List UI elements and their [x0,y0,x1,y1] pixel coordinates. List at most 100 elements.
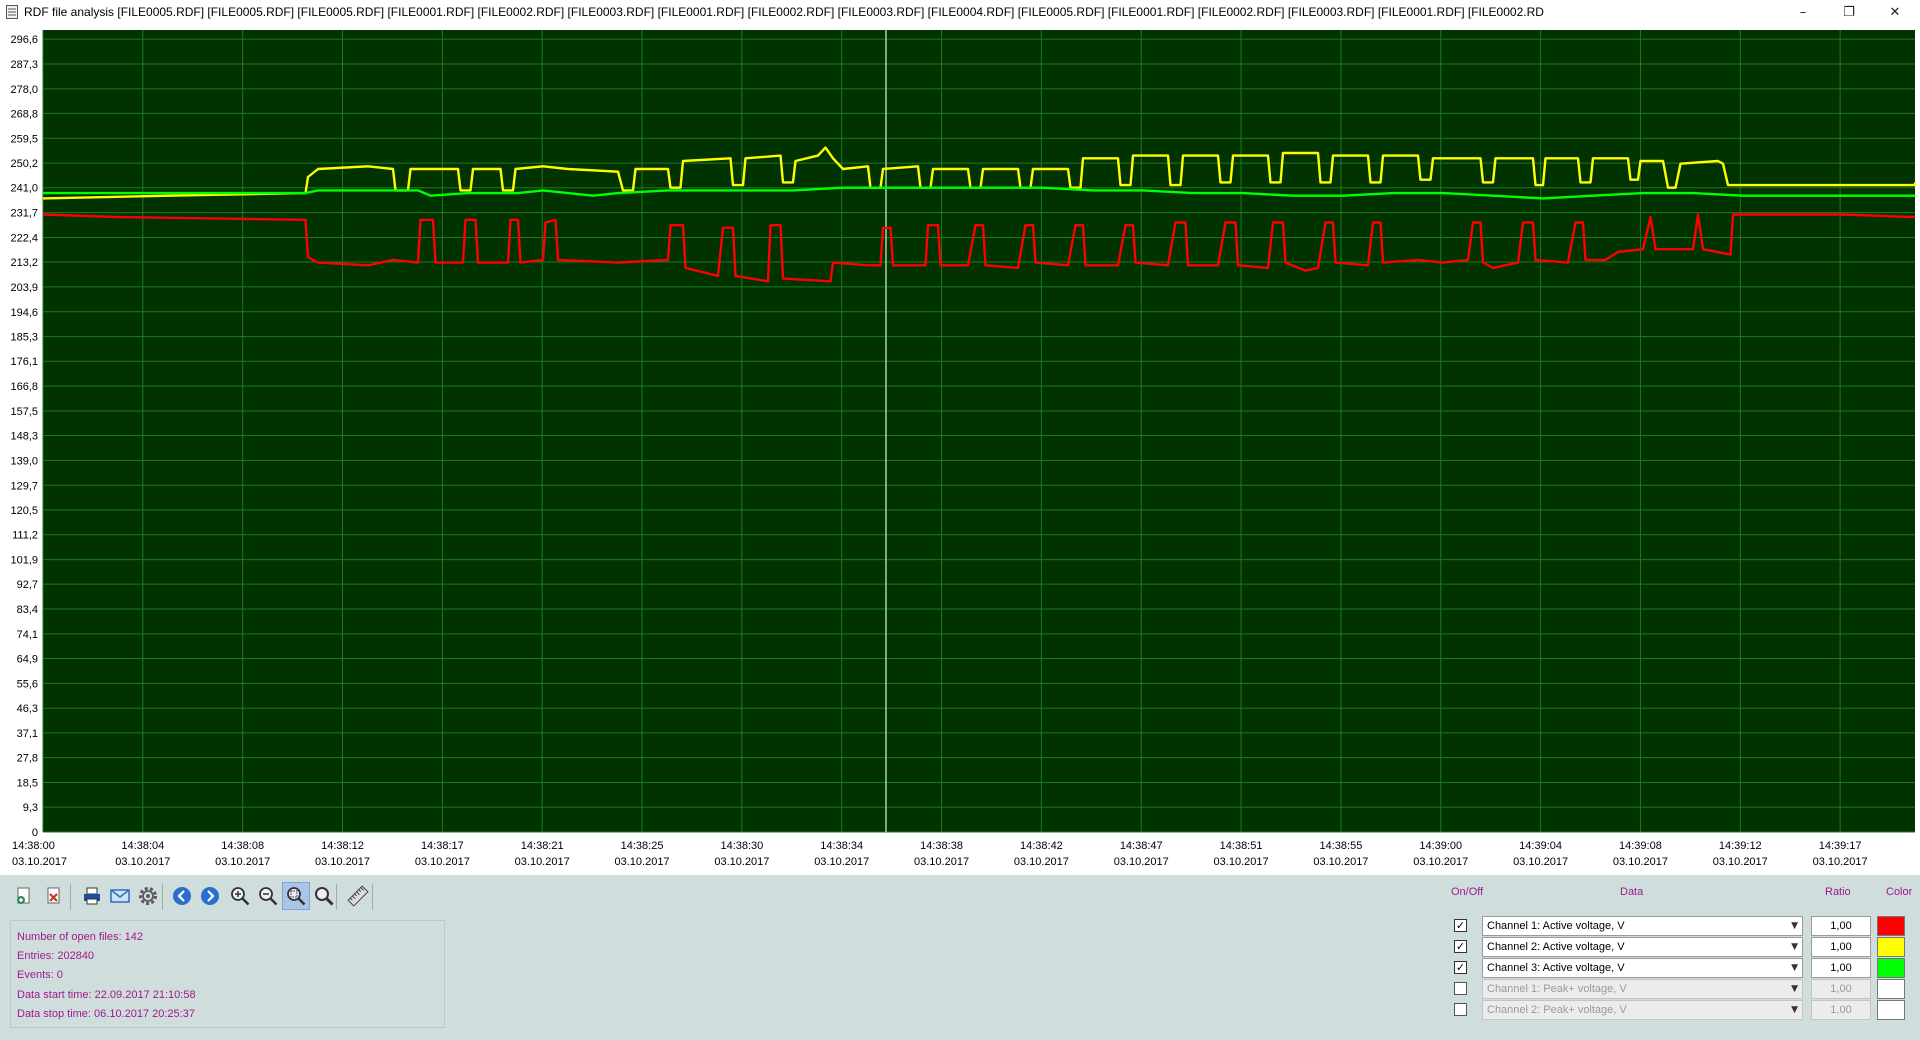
x-tick-date: 03.10.2017 [814,856,869,868]
x-tick-date: 03.10.2017 [1014,856,1069,868]
zoom-in-button[interactable] [226,882,254,910]
close-button[interactable]: ✕ [1872,0,1918,24]
x-tick-time: 14:38:21 [521,840,564,852]
settings-button[interactable] [134,882,162,910]
channel-ratio-input[interactable]: 1,00 [1811,937,1871,957]
open-files-count: Number of open files: 142 [17,931,143,943]
x-tick-date: 03.10.2017 [415,856,470,868]
print-button[interactable] [78,882,106,910]
x-tick-time: 14:38:30 [720,840,763,852]
x-tick-time: 14:39:12 [1719,840,1762,852]
zoom-reset-button[interactable] [310,882,338,910]
y-tick-label: 194,6 [10,307,38,319]
channel-color-swatch[interactable] [1877,979,1905,999]
y-tick-label: 157,5 [10,406,38,418]
app-icon [6,5,18,19]
x-tick-time: 14:38:51 [1220,840,1263,852]
channel-ratio-input[interactable]: 1,00 [1811,916,1871,936]
channel-ratio-input[interactable]: 1,00 [1811,979,1871,999]
x-tick-time: 14:38:00 [12,840,55,852]
channel-checkbox[interactable]: ✓ [1454,940,1467,953]
channel-data-select[interactable]: Channel 1: Peak+ voltage, V ▼ [1482,979,1803,999]
x-tick-date: 03.10.2017 [515,856,570,868]
x-tick-date: 03.10.2017 [1214,856,1269,868]
y-tick-label: 268,8 [10,108,38,120]
channel-panel: On/Off Data Ratio Color ✓ Channel 1: Acti… [1440,882,1920,1040]
channel-data-select[interactable]: Channel 2: Active voltage, V ▼ [1482,937,1803,957]
x-tick-time: 14:39:04 [1519,840,1562,852]
channel-ratio-input[interactable]: 1,00 [1811,958,1871,978]
zoom-area-button[interactable] [282,882,310,910]
add-file-icon [14,886,34,906]
arrow-right-icon [199,885,221,907]
channel-data-select[interactable]: Channel 2: Peak+ voltage, V ▼ [1482,1000,1803,1020]
y-tick-label: 27,8 [17,753,38,765]
x-tick-time: 14:39:08 [1619,840,1662,852]
x-tick-date: 03.10.2017 [615,856,670,868]
chevron-down-icon: ▼ [1791,942,1798,952]
channel-data-select[interactable]: Channel 3: Active voltage, V ▼ [1482,958,1803,978]
channel-data-select[interactable]: Channel 1: Active voltage, V ▼ [1482,916,1803,936]
zoom-in-icon [229,885,251,907]
maximize-button[interactable]: ❐ [1826,0,1872,24]
x-tick-date: 03.10.2017 [1114,856,1169,868]
y-tick-label: 250,2 [10,158,38,170]
y-tick-label: 111,2 [12,530,38,542]
remove-file-button[interactable] [40,882,68,910]
channel-color-swatch[interactable] [1877,1000,1905,1020]
y-tick-label: 185,3 [10,332,38,344]
x-tick-date: 03.10.2017 [315,856,370,868]
chart-canvas[interactable]: 296,6 287,3 278,0 268,8 259,5 250,2 241,0 231,7… [0,24,1920,875]
y-tick-label: 101,9 [10,555,38,567]
channel-ratio-input[interactable]: 1,00 [1811,1000,1871,1020]
x-tick-time: 14:38:42 [1020,840,1063,852]
chevron-down-icon: ▼ [1791,984,1798,994]
ruler-icon [347,885,369,907]
channel-data-label: Channel 1: Active voltage, V [1487,920,1625,932]
y-tick-label: 166,8 [10,381,38,393]
y-tick-label: 9,3 [23,802,38,814]
channel-checkbox[interactable] [1454,982,1467,995]
minimize-button[interactable]: – [1780,0,1826,24]
x-tick-time: 14:38:55 [1320,840,1363,852]
channel-data-label: Channel 3: Active voltage, V [1487,962,1625,974]
channel-color-swatch[interactable] [1877,937,1905,957]
forward-button[interactable] [196,882,224,910]
zoom-out-button[interactable] [254,882,282,910]
chevron-down-icon: ▼ [1791,963,1798,973]
title-bar: RDF file analysis [FILE0005.RDF] [FILE00… [0,0,1920,25]
y-tick-label: 241,0 [10,183,38,195]
x-tick-date: 03.10.2017 [1313,856,1368,868]
x-tick-date: 03.10.2017 [714,856,769,868]
voltage-chart[interactable]: 296,6 287,3 278,0 268,8 259,5 250,2 241,0 231,7… [0,24,1920,875]
plot-area [43,30,1915,832]
y-tick-label: 278,0 [10,84,38,96]
remove-file-icon [44,886,64,906]
x-tick-date: 03.10.2017 [1713,856,1768,868]
ruler-button[interactable] [344,882,372,910]
printer-icon [82,886,102,906]
channel-data-label: Channel 1: Peak+ voltage, V [1487,983,1627,995]
channel-checkbox[interactable]: ✓ [1454,919,1467,932]
toolbar-separator [162,884,163,910]
arrow-left-icon [171,885,193,907]
channel-checkbox[interactable] [1454,1003,1467,1016]
channel-color-swatch[interactable] [1877,958,1905,978]
y-tick-label: 222,4 [10,232,38,244]
channel-color-swatch[interactable] [1877,916,1905,936]
email-button[interactable] [106,882,134,910]
data-start-time: Data start time: 22.09.2017 21:10:58 [17,989,196,1001]
y-tick-label: 64,9 [17,654,38,666]
mail-icon [109,886,131,906]
y-tick-label: 37,1 [17,728,38,740]
chevron-down-icon: ▼ [1791,1005,1798,1015]
y-tick-label: 203,9 [10,282,38,294]
y-tick-label: 0 [32,827,38,839]
gear-icon [137,885,159,907]
y-tick-label: 148,3 [10,431,38,443]
back-button[interactable] [168,882,196,910]
channel-checkbox[interactable]: ✓ [1454,961,1467,974]
onoff-header: On/Off [1451,886,1484,898]
x-tick-date: 03.10.2017 [1413,856,1468,868]
add-file-button[interactable] [10,882,38,910]
